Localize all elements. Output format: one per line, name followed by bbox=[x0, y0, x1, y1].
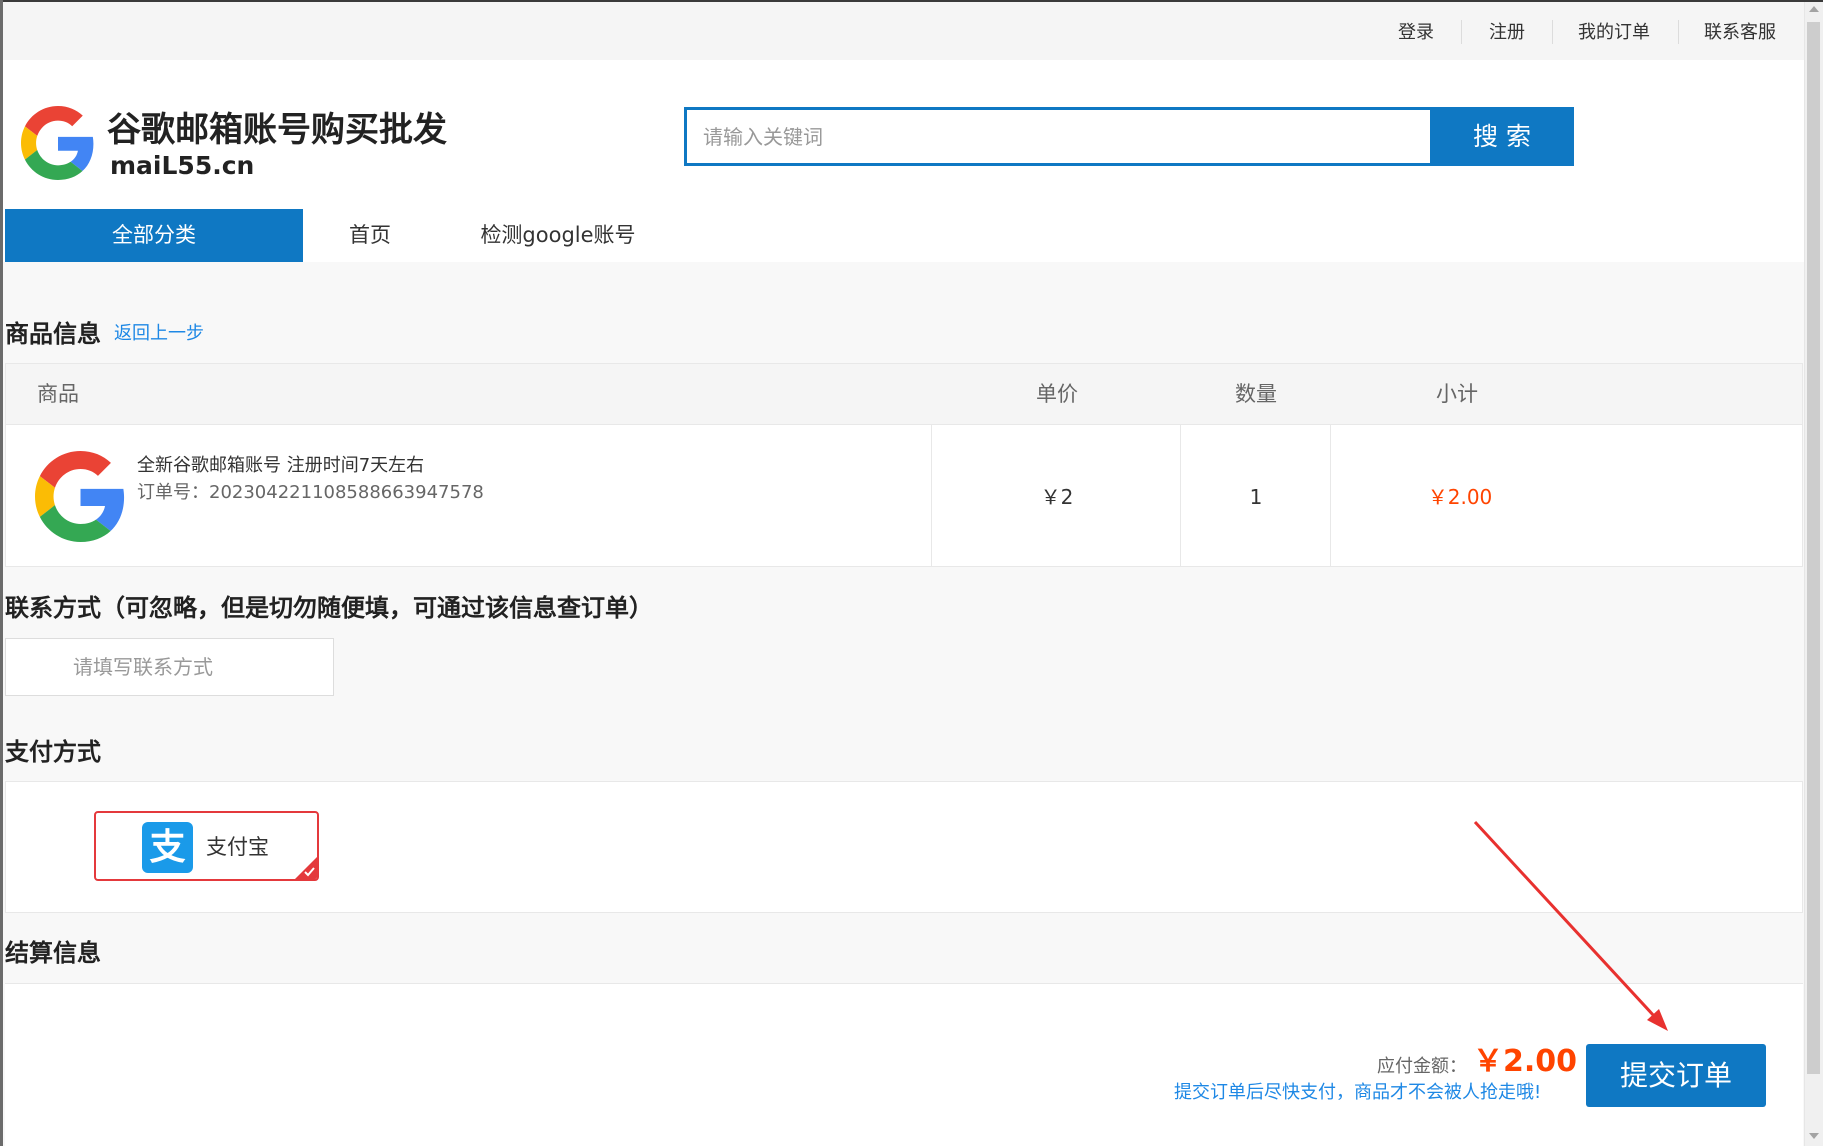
topbar-divider bbox=[1552, 20, 1553, 44]
subtotal: ￥2.00 bbox=[1427, 485, 1493, 509]
nav-all-categories[interactable]: 全部分类 bbox=[5, 209, 303, 262]
settlement-title: 结算信息 bbox=[5, 939, 101, 967]
column-header-subtotal: 小计 bbox=[1436, 382, 1478, 406]
site-domain[interactable]: maiL55.cn bbox=[110, 151, 254, 181]
top-bar bbox=[3, 2, 1804, 60]
column-header-quantity: 数量 bbox=[1235, 382, 1277, 406]
topbar-divider bbox=[1678, 20, 1679, 44]
column-divider bbox=[1180, 425, 1181, 567]
product-info-title: 商品信息 bbox=[5, 320, 101, 348]
contact-service-link[interactable]: 联系客服 bbox=[1704, 21, 1776, 45]
search-input[interactable] bbox=[684, 107, 1430, 166]
window-left-border bbox=[0, 0, 3, 1146]
login-link[interactable]: 登录 bbox=[1398, 21, 1434, 45]
amount-label: 应付金额： bbox=[1377, 1056, 1467, 1077]
alipay-icon: 支 bbox=[142, 822, 193, 873]
order-checkout-page: 登录 注册 我的订单 联系客服 谷歌邮箱账号购买批发 maiL55.cn 搜 索… bbox=[0, 0, 1823, 1146]
google-g-icon[interactable] bbox=[21, 105, 95, 181]
unit-price: ￥2 bbox=[1040, 485, 1074, 509]
scroll-up-icon[interactable] bbox=[1809, 6, 1819, 12]
scroll-down-icon[interactable] bbox=[1809, 1133, 1819, 1139]
window-top-border bbox=[0, 0, 1823, 2]
column-divider bbox=[931, 425, 932, 567]
my-orders-link[interactable]: 我的订单 bbox=[1578, 21, 1650, 45]
contact-input[interactable] bbox=[5, 638, 334, 696]
google-g-icon bbox=[35, 451, 125, 542]
column-divider bbox=[1330, 425, 1331, 567]
column-header-unit-price: 单价 bbox=[1036, 382, 1078, 406]
register-link[interactable]: 注册 bbox=[1489, 21, 1525, 45]
scrollbar-thumb[interactable] bbox=[1807, 22, 1820, 1074]
payment-notice: 提交订单后尽快支付，商品才不会被人抢走哦! bbox=[1174, 1082, 1542, 1103]
product-name: 全新谷歌邮箱账号 注册时间7天左右 bbox=[137, 455, 425, 476]
submit-order-button[interactable]: 提交订单 bbox=[1586, 1044, 1766, 1107]
payment-title: 支付方式 bbox=[5, 738, 101, 766]
payment-option-alipay[interactable]: 支 支付宝 bbox=[94, 811, 319, 881]
topbar-divider bbox=[1461, 20, 1462, 44]
quantity: 1 bbox=[1249, 485, 1263, 509]
contact-title: 联系方式（可忽略，但是切勿随便填，可通过该信息查订单） bbox=[5, 594, 653, 622]
search-button[interactable]: 搜 索 bbox=[1430, 107, 1574, 166]
product-table-header bbox=[5, 363, 1803, 425]
order-number: 订单号：202304221108588663947578 bbox=[137, 482, 484, 503]
amount-due: ￥2.00 bbox=[1473, 1044, 1578, 1079]
site-title[interactable]: 谷歌邮箱账号购买批发 bbox=[107, 110, 447, 150]
nav-check-google-account[interactable]: 检测google账号 bbox=[480, 209, 635, 262]
selected-check-icon bbox=[295, 857, 317, 879]
nav-home[interactable]: 首页 bbox=[349, 209, 391, 262]
payment-option-label: 支付宝 bbox=[206, 835, 269, 859]
column-header-product: 商品 bbox=[37, 382, 79, 406]
back-link[interactable]: 返回上一步 bbox=[114, 322, 204, 346]
